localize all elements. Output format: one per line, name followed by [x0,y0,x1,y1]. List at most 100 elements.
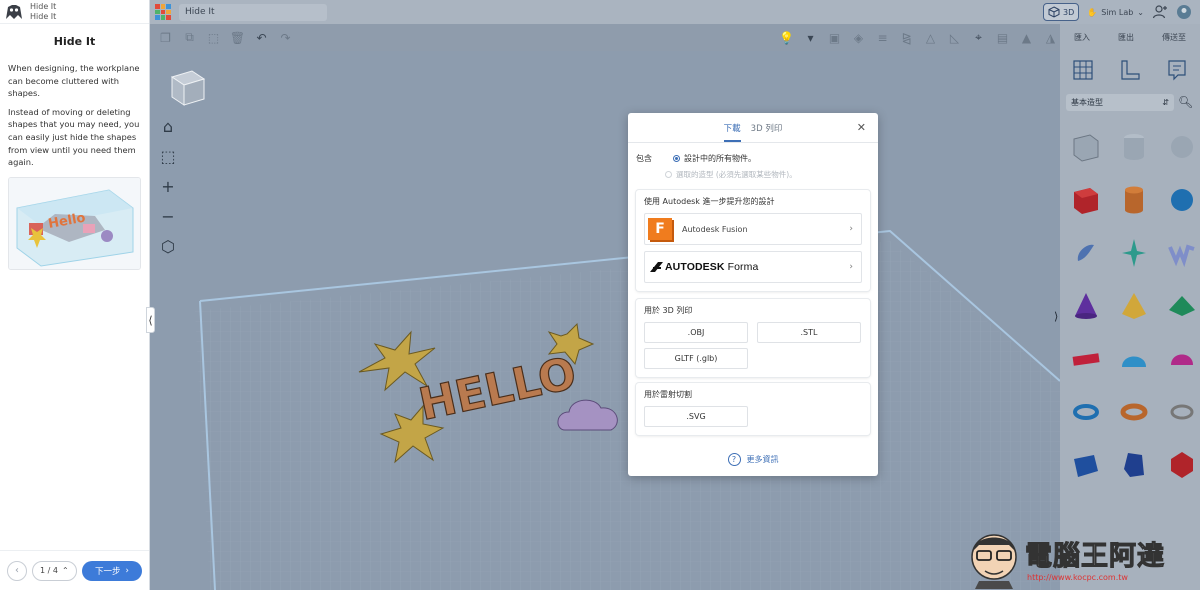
profile-avatar-icon[interactable] [1176,4,1192,20]
autodesk-section-title: 使用 Autodesk 進一步提升您的設計 [644,197,775,206]
view-cube[interactable] [164,65,208,109]
tab-3d-print[interactable]: 3D 列印 [751,122,783,142]
shape-pyramid[interactable] [1114,286,1154,326]
shape-cone[interactable] [1066,286,1106,326]
lesson-footer: ‹ 1 / 4 ⌃ 下一步 › [0,550,149,590]
view-dropdown-icon[interactable]: ▾ [801,28,820,47]
home-view-icon[interactable]: ⌂ [157,115,179,137]
shape-ring[interactable] [1162,392,1200,432]
lesson-title: Hide It [53,35,96,48]
ruler-icon[interactable]: ◺ [945,28,964,47]
undo-icon[interactable]: ↶ [252,28,271,47]
tinkercad-logo-icon[interactable] [155,4,171,20]
print-3d-section-title: 用於 3D 列印 [644,306,693,315]
shape-star-3d[interactable] [1114,233,1154,273]
view-controls: ⌂ ⬚ + − ⬡ [157,115,179,257]
forma-brand: AUTODESK [665,261,725,273]
import-button[interactable]: 匯入 [1074,32,1090,43]
lesson-paragraph: When designing, the workplane can become… [8,63,140,99]
light-bulb-icon[interactable]: 💡 [777,28,796,47]
shape-scribble[interactable] [1066,233,1106,273]
paste-icon[interactable]: ⧉ [180,28,199,47]
flip-icon[interactable]: ⧎ [897,28,916,47]
help-icon: ? [727,453,741,466]
zoom-in-icon[interactable]: + [157,175,179,197]
shape-box-hole[interactable] [1066,127,1106,167]
send-to-button[interactable]: 傳送至 [1162,32,1186,43]
export-obj-button[interactable]: .OBJ [644,322,748,343]
shape-tube[interactable] [1114,392,1154,432]
export-button[interactable]: 匯出 [1118,32,1134,43]
chevron-down-icon: ⌄ [1137,7,1144,17]
shape-roof[interactable] [1162,286,1200,326]
shape-torus[interactable] [1066,392,1106,432]
redo-icon[interactable]: ↷ [276,28,295,47]
search-icon[interactable]: 🔍︎ [1178,95,1193,109]
shape-text-red[interactable] [1066,339,1106,379]
option-selected-shapes-label: 選取的造型 (必須先選取某些物件)。 [676,170,797,179]
tinkercad-mascot-icon [6,4,22,19]
laser-cut-section-title: 用於雷射切割 [644,390,692,399]
copy-icon[interactable]: ❐ [156,28,175,47]
align-icon[interactable]: ≡ [873,28,892,47]
workplane-grid-icon[interactable] [1072,58,1094,82]
3d-view-button[interactable]: 3D [1043,3,1080,21]
perspective-icon[interactable]: ⬡ [157,235,179,257]
shape-category-label: 基本造型 [1071,98,1103,107]
delete-icon[interactable]: 🗑 [228,28,247,47]
measure-icon[interactable]: ▲ [1017,28,1036,47]
fit-view-icon[interactable]: ⬚ [157,145,179,167]
close-icon[interactable]: ✕ [857,121,866,134]
shape-category-select[interactable]: 基本造型 ⇵ [1066,94,1174,111]
cube-icon [1048,6,1060,18]
group-icon[interactable]: ▣ [825,28,844,47]
shape-sphere[interactable] [1162,180,1200,220]
radio-selected-shapes[interactable] [665,171,672,178]
shape-half-cylinder[interactable] [1114,339,1154,379]
shape-sphere-hole[interactable] [1162,127,1200,167]
prev-step-button[interactable]: ‹ [7,560,27,581]
shape-icosahedron[interactable] [1162,445,1200,485]
chevron-right-icon: › [849,224,853,234]
expand-library-icon[interactable]: ⟩ [1054,310,1058,323]
lesson-paragraph: Instead of moving or deleting shapes tha… [8,106,140,168]
export-stl-button[interactable]: .STL [757,322,861,343]
watermark-text: 電腦王阿達 [1025,541,1165,573]
export-gltf-button[interactable]: GLTF (.glb) [644,348,748,369]
shape-cylinder-hole[interactable] [1114,127,1154,167]
ungroup-icon[interactable]: ◈ [849,28,868,47]
shape-text[interactable] [1162,233,1200,273]
sim-lab-dropdown[interactable]: ✋ Sim Lab ⌄ [1087,8,1144,17]
hello-scene[interactable]: HELLO [355,320,655,480]
camera-icon[interactable]: ⌖ [969,28,988,47]
autodesk-forma-link[interactable]: AUTODESK Forma › [644,251,862,283]
autodesk-fusion-link[interactable]: F Autodesk Fusion › [644,213,862,245]
shape-wedge[interactable] [1066,445,1106,485]
export-dialog: 下載 3D 列印 ✕ 包含 設計中的所有物件。 選取的造型 (必須先選取某些物件… [628,113,878,476]
duplicate-icon[interactable]: ⬚ [204,28,223,47]
next-step-button[interactable]: 下一步 › [82,560,142,581]
export-svg-button[interactable]: .SVG [644,406,748,427]
more-info-link[interactable]: ? 更多資訊 [628,453,878,466]
hello-text-shape: HELLO [415,348,581,431]
step-indicator[interactable]: 1 / 4 ⌃ [32,560,77,581]
ruler-icon[interactable] [1119,58,1141,82]
shape-cylinder[interactable] [1114,180,1154,220]
add-user-icon[interactable] [1152,4,1168,20]
mirror-icon[interactable]: △ [921,28,940,47]
top-bar: Hide It 3D ✋ Sim Lab ⌄ [150,0,1200,24]
radio-all-objects[interactable] [673,155,680,162]
collapse-lesson-panel-button[interactable]: ⟨ [146,307,155,333]
option-all-objects-label[interactable]: 設計中的所有物件。 [684,153,756,164]
3d-view-label: 3D [1063,7,1075,17]
tab-download[interactable]: 下載 [723,122,741,142]
notes-icon[interactable] [1166,58,1188,82]
shape-box[interactable] [1066,180,1106,220]
shape-half-sphere[interactable] [1162,339,1200,379]
zoom-out-icon[interactable]: − [157,205,179,227]
design-name-field[interactable]: Hide It [179,3,327,21]
lesson-breadcrumb-top[interactable]: Hide It [30,2,56,12]
shape-generator-icon[interactable]: ◮ [1041,28,1060,47]
notes-icon[interactable]: ▤ [993,28,1012,47]
shape-polygon[interactable] [1114,445,1154,485]
